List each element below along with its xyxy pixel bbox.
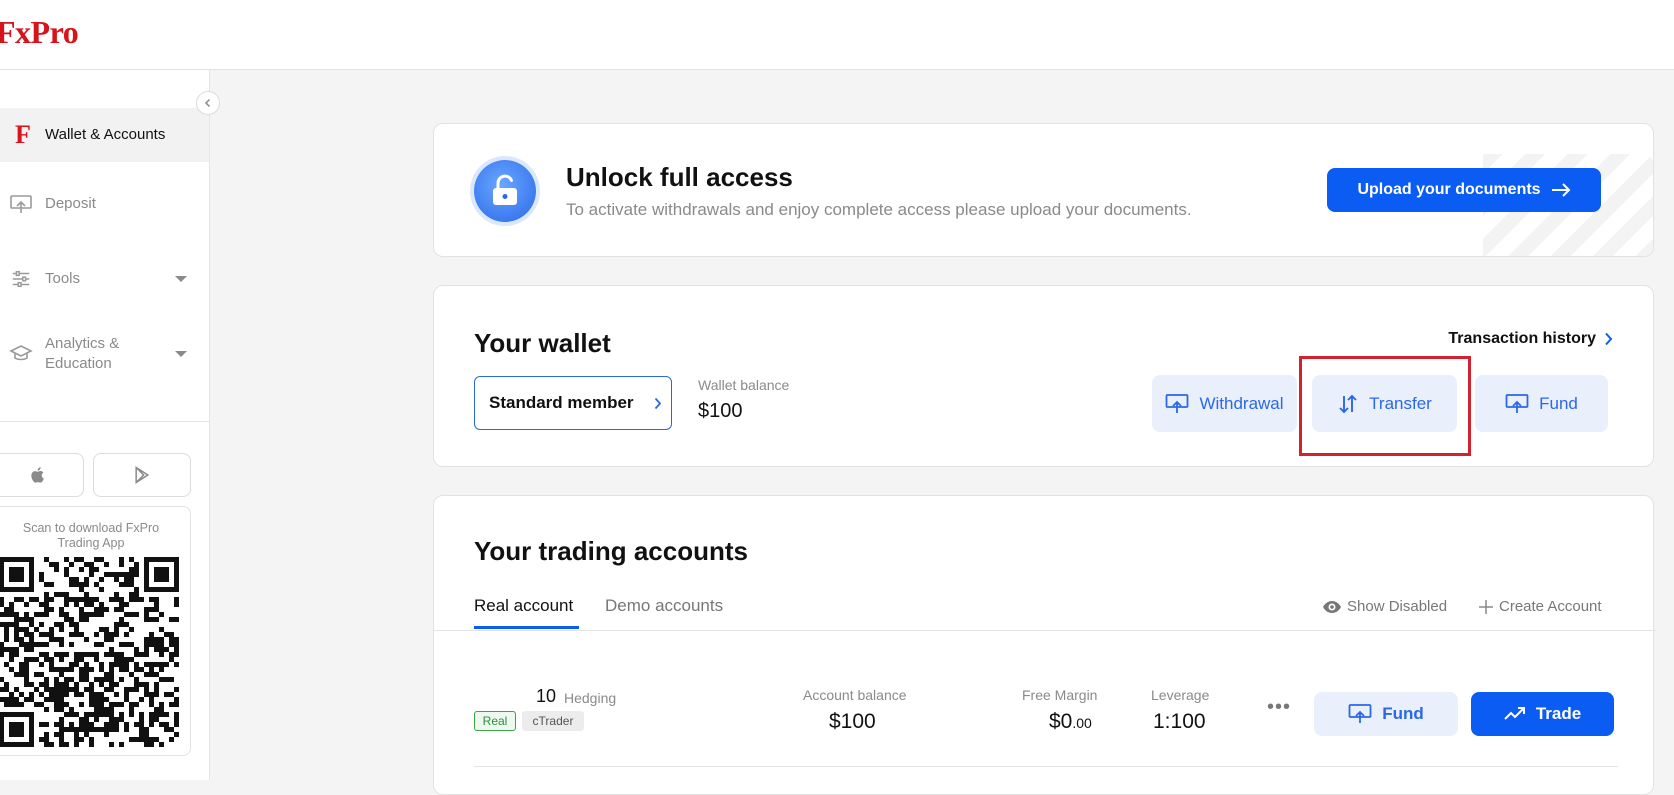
chevron-down-icon[interactable]	[175, 276, 187, 282]
transfer-button[interactable]: Transfer	[1312, 375, 1457, 432]
chevron-left-icon	[204, 98, 211, 108]
eye-icon	[1323, 600, 1341, 613]
trade-button[interactable]: Trade	[1471, 692, 1614, 736]
wallet-card: Your wallet Transaction history Standard…	[433, 285, 1654, 467]
create-account-button[interactable]: Create Account	[1479, 598, 1602, 615]
free-margin-main: $0	[1049, 710, 1073, 733]
fund-icon	[1348, 704, 1372, 723]
fund-label: Fund	[1539, 393, 1578, 413]
trading-accounts-title: Your trading accounts	[474, 536, 748, 566]
free-margin-value: $0.00	[1049, 710, 1092, 734]
tab-demo-accounts[interactable]: Demo accounts	[605, 596, 723, 616]
app-store-button[interactable]	[0, 453, 84, 497]
wallet-fund-button[interactable]: Fund	[1475, 375, 1608, 432]
platform-badge: cTrader	[522, 711, 584, 731]
tab-real-account[interactable]: Real account	[474, 596, 573, 616]
leverage-label: Leverage	[1151, 687, 1210, 703]
transfer-arrows-icon	[1339, 394, 1357, 413]
account-balance-value: $100	[829, 710, 876, 733]
withdrawal-icon	[1166, 393, 1189, 413]
show-disabled-label: Show Disabled	[1347, 598, 1448, 615]
unlock-title: Unlock full access	[566, 162, 793, 192]
fxpro-logo[interactable]: FxPro	[0, 14, 79, 51]
chevron-right-icon	[1605, 332, 1613, 346]
transaction-history-link[interactable]: Transaction history	[1448, 330, 1613, 348]
account-fund-label: Fund	[1382, 704, 1424, 723]
sidebar-item-wallet-accounts[interactable]: F Wallet & Accounts	[0, 108, 209, 162]
unlock-subtitle: To activate withdrawals and enjoy comple…	[566, 200, 1192, 219]
sidebar-item-label: Analytics & Education	[45, 335, 120, 372]
chevron-down-icon[interactable]	[175, 351, 187, 357]
qr-card: Scan to download FxPro Trading App	[0, 506, 191, 756]
sidebar-item-label: Wallet & Accounts	[45, 126, 166, 143]
qr-caption: Scan to download FxPro Trading App	[22, 521, 160, 550]
free-margin-label: Free Margin	[1022, 687, 1098, 703]
top-bar: FxPro	[0, 0, 1674, 70]
more-options-button[interactable]: •••	[1267, 696, 1291, 719]
transfer-label: Transfer	[1369, 393, 1432, 413]
create-account-label: Create Account	[1499, 598, 1602, 615]
row-divider	[474, 766, 1618, 767]
account-fund-button[interactable]: Fund	[1314, 692, 1458, 736]
status-badge: Real	[474, 711, 516, 731]
withdrawal-label: Withdrawal	[1199, 393, 1284, 413]
sliders-icon	[8, 266, 34, 292]
plus-icon	[1479, 599, 1493, 614]
account-number: 10	[536, 686, 557, 706]
trade-label: Trade	[1535, 704, 1582, 723]
sidebar-item-label: Deposit	[45, 195, 96, 212]
sidebar-item-tools[interactable]: Tools	[0, 257, 209, 301]
transaction-history-label: Transaction history	[1448, 330, 1596, 347]
arrow-right-icon	[1551, 183, 1570, 197]
wallet-balance-label: Wallet balance	[698, 377, 790, 393]
sidebar-divider	[0, 421, 209, 422]
apple-icon	[31, 467, 44, 483]
tabs-divider	[434, 630, 1656, 631]
deposit-icon	[8, 191, 34, 217]
trend-up-icon	[1504, 707, 1525, 720]
graduation-cap-icon	[8, 341, 34, 367]
unlock-banner: Unlock full access To activate withdrawa…	[433, 123, 1654, 257]
account-balance-label: Account balance	[803, 687, 907, 703]
qr-code	[0, 557, 179, 747]
upload-documents-button[interactable]: Upload your documents	[1327, 168, 1601, 212]
collapse-sidebar-button[interactable]	[196, 91, 220, 115]
sidebar-item-label: Tools	[45, 270, 81, 287]
wallet-title: Your wallet	[474, 328, 611, 358]
google-play-button[interactable]	[93, 453, 191, 497]
sidebar-item-deposit[interactable]: Deposit	[0, 182, 209, 226]
wallet-balance-value: $100	[698, 400, 743, 422]
trading-accounts-card: Your trading accounts Real account Demo …	[433, 495, 1656, 795]
upload-documents-label: Upload your documents	[1357, 181, 1541, 198]
show-disabled-toggle[interactable]: Show Disabled	[1323, 598, 1447, 615]
fund-icon	[1505, 393, 1529, 413]
fxpro-f-icon: F	[15, 120, 31, 149]
active-tab-indicator	[474, 626, 579, 629]
sidebar-item-analytics-education[interactable]: Analytics & Education	[0, 324, 209, 384]
unlock-icon	[474, 160, 536, 222]
withdrawal-button[interactable]: Withdrawal	[1152, 375, 1297, 432]
google-play-icon	[135, 466, 150, 484]
standard-member-button[interactable]: Standard member	[474, 376, 672, 430]
membership-label: Standard member	[489, 393, 634, 412]
account-mode: Hedging	[564, 690, 617, 706]
leverage-value: 1:100	[1153, 710, 1206, 733]
chevron-right-icon	[654, 397, 661, 409]
free-margin-cents: .00	[1072, 715, 1092, 731]
sidebar: F Wallet & Accounts Deposit Tools Analyt…	[0, 70, 210, 780]
